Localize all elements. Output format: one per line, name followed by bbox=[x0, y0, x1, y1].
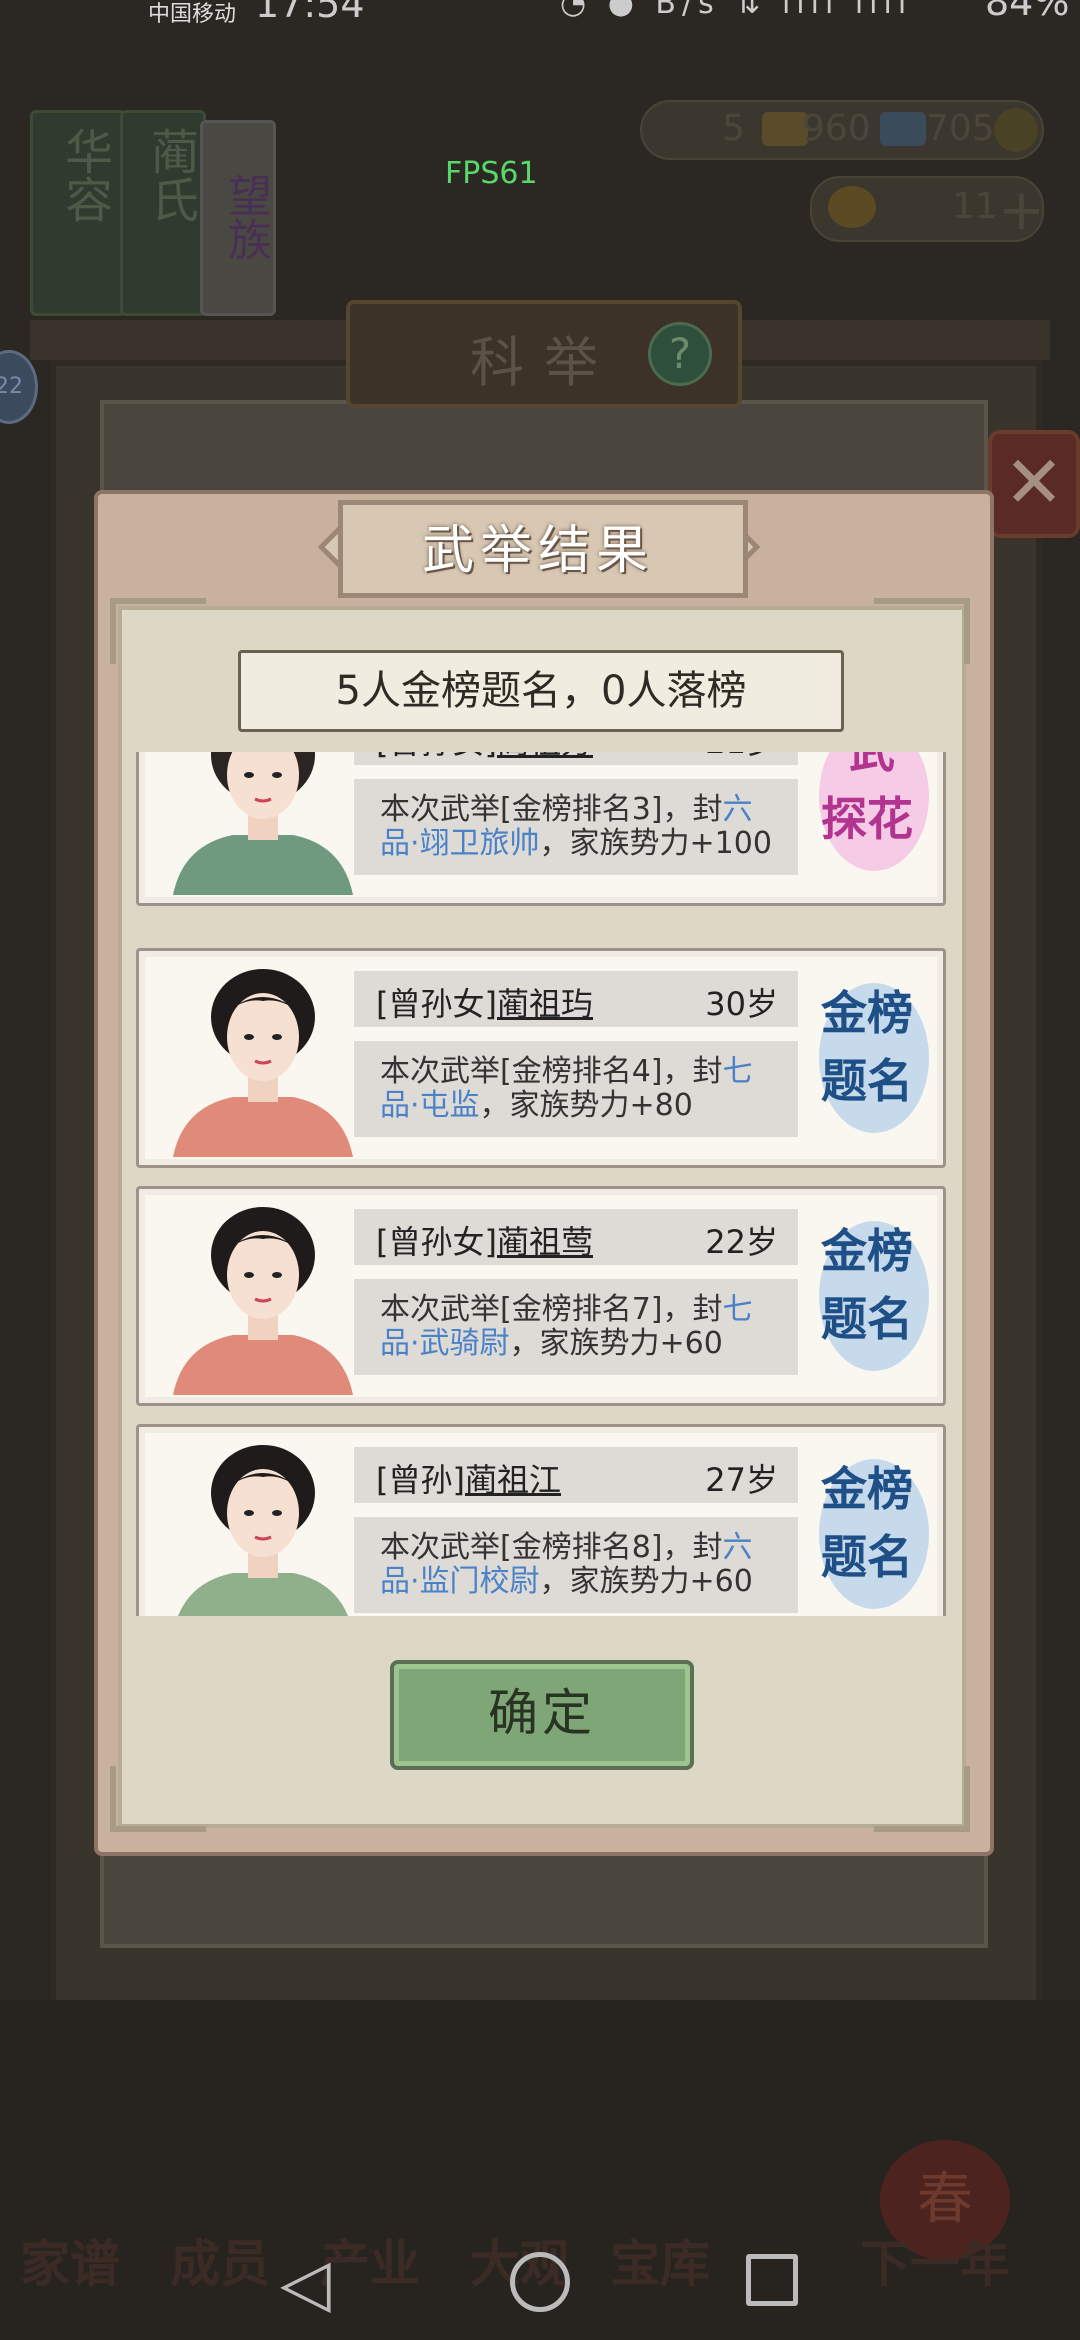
recent-apps-icon[interactable] bbox=[746, 2254, 798, 2306]
result-list[interactable]: [曾孙女]蔺祖芳 21岁 本次武举[金榜排名3]，封六品·翊卫旅帅，家族势力+1… bbox=[134, 752, 946, 1616]
close-icon: ✕ bbox=[1003, 440, 1065, 524]
result-summary: 5人金榜题名，0人落榜 bbox=[238, 650, 844, 732]
back-icon[interactable]: ◁ bbox=[280, 2244, 331, 2321]
home-icon[interactable] bbox=[510, 2252, 570, 2312]
desc-prefix: 本次武举[金榜排名4]，封 bbox=[380, 1054, 723, 1089]
corner-ornament-tl bbox=[110, 598, 206, 664]
member-name-bar[interactable]: [曾孙女]蔺祖玙 30岁 bbox=[354, 971, 798, 1027]
banner-lin: 蔺氏 bbox=[120, 110, 206, 316]
lantern-label: 春 bbox=[917, 2167, 973, 2232]
relation-label: [曾孙] bbox=[376, 1461, 465, 1499]
member-name[interactable]: [曾孙]蔺祖江 bbox=[376, 1455, 561, 1501]
medal-icon bbox=[994, 108, 1038, 152]
avatar bbox=[173, 752, 353, 895]
fps-counter: FPS61 bbox=[445, 156, 538, 191]
member-name[interactable]: [曾孙女]蔺祖芳 bbox=[376, 752, 593, 763]
avatar bbox=[178, 1445, 348, 1616]
desc-prefix: 本次武举[金榜排名7]，封 bbox=[380, 1292, 723, 1327]
keju-title: 科举 bbox=[470, 331, 618, 394]
add-gold-icon[interactable]: + bbox=[998, 178, 1045, 243]
corner-ornament-br bbox=[874, 1766, 970, 1832]
member-name-bar[interactable]: [曾孙]蔺祖江 27岁 bbox=[354, 1447, 798, 1503]
gold-count: 11 bbox=[952, 186, 998, 227]
close-button[interactable]: ✕ bbox=[988, 430, 1080, 538]
stamp-bottom-text: 题名 bbox=[821, 1054, 913, 1108]
desc-prefix: 本次武举[金榜排名8]，封 bbox=[380, 1530, 723, 1565]
result-card: [曾孙女]蔺祖芳 21岁 本次武举[金榜排名3]，封六品·翊卫旅帅，家族势力+1… bbox=[136, 752, 946, 906]
name-link[interactable]: 蔺祖芳 bbox=[497, 752, 593, 761]
side-badge[interactable]: 22 bbox=[0, 350, 38, 424]
name-link[interactable]: 蔺祖莺 bbox=[497, 1223, 593, 1261]
result-description: 本次武举[金榜排名4]，封七品·屯监，家族势力+80 bbox=[354, 1041, 798, 1137]
system-nav-bar: ◁ bbox=[0, 2244, 1080, 2340]
stamp-bottom-text: 题名 bbox=[821, 1292, 913, 1346]
result-stamp-icon: 金榜 题名 bbox=[815, 1449, 933, 1616]
ticket-count: 705 bbox=[926, 108, 995, 149]
desc-suffix: ，家族势力+100 bbox=[539, 826, 772, 861]
relation-label: [曾孙女] bbox=[376, 985, 497, 1023]
member-name-bar[interactable]: [曾孙女]蔺祖莺 22岁 bbox=[354, 1209, 798, 1265]
banner-huarong: 华容 bbox=[30, 110, 126, 316]
name-link[interactable]: 蔺祖玙 bbox=[497, 985, 593, 1023]
coin-count: 5 bbox=[722, 108, 745, 149]
desc-suffix: ，家族势力+60 bbox=[509, 1326, 723, 1361]
side-badge-label: 22 bbox=[0, 374, 23, 399]
member-age: 21岁 bbox=[705, 752, 778, 763]
member-age: 22岁 bbox=[705, 1223, 778, 1261]
relation-label: [曾孙女] bbox=[376, 752, 497, 761]
result-stamp-icon: 金榜 题名 bbox=[815, 1211, 933, 1381]
result-card: [曾孙女]蔺祖玙 30岁 本次武举[金榜排名4]，封七品·屯监，家族势力+80 … bbox=[136, 948, 946, 1168]
corner-ornament-tr bbox=[874, 598, 970, 664]
currency-bar: 5 960 705 bbox=[640, 100, 1044, 160]
member-age: 30岁 bbox=[705, 985, 778, 1023]
relation-label: [曾孙女] bbox=[376, 1223, 497, 1261]
avatar bbox=[173, 1207, 353, 1395]
ticket-icon bbox=[880, 112, 926, 146]
corner-ornament-bl bbox=[110, 1766, 206, 1832]
desc-suffix: ，家族势力+80 bbox=[479, 1088, 693, 1123]
member-name-bar[interactable]: [曾孙女]蔺祖芳 21岁 bbox=[354, 752, 798, 765]
result-description: 本次武举[金榜排名8]，封六品·监门校尉，家族势力+60 bbox=[354, 1517, 798, 1613]
ingot-icon bbox=[828, 186, 876, 228]
stamp-top-text: 武 bbox=[849, 752, 895, 781]
banner-wangzu: 望族 bbox=[200, 120, 276, 316]
result-card: [曾孙]蔺祖江 27岁 本次武举[金榜排名8]，封六品·监门校尉，家族势力+60… bbox=[136, 1424, 946, 1616]
stamp-top-text: 金榜 bbox=[821, 986, 913, 1040]
stamp-bottom-text: 探花 bbox=[821, 792, 913, 846]
desc-suffix: ，家族势力+60 bbox=[539, 1564, 753, 1599]
money-count: 960 bbox=[802, 108, 871, 149]
confirm-button[interactable]: 确定 bbox=[390, 1660, 694, 1770]
help-icon[interactable]: ? bbox=[648, 322, 712, 386]
member-name[interactable]: [曾孙女]蔺祖玙 bbox=[376, 979, 593, 1025]
result-stamp-icon: 金榜 题名 bbox=[815, 973, 933, 1143]
result-stamp-icon: 武 探花 bbox=[815, 752, 933, 881]
member-name[interactable]: [曾孙女]蔺祖莺 bbox=[376, 1217, 593, 1263]
dialog-title: 武举结果 bbox=[421, 521, 654, 581]
result-description: 本次武举[金榜排名7]，封七品·武骑尉，家族势力+60 bbox=[354, 1279, 798, 1375]
avatar bbox=[173, 969, 353, 1157]
result-card: [曾孙女]蔺祖莺 22岁 本次武举[金榜排名7]，封七品·武骑尉，家族势力+60… bbox=[136, 1186, 946, 1406]
result-description: 本次武举[金榜排名3]，封六品·翊卫旅帅，家族势力+100 bbox=[354, 779, 798, 875]
member-age: 27岁 bbox=[705, 1461, 778, 1499]
desc-prefix: 本次武举[金榜排名3]，封 bbox=[380, 792, 723, 827]
name-link[interactable]: 蔺祖江 bbox=[465, 1461, 561, 1499]
stamp-bottom-text: 题名 bbox=[821, 1530, 913, 1584]
gold-bar: 11 + bbox=[810, 176, 1045, 243]
stamp-top-text: 金榜 bbox=[821, 1224, 913, 1278]
stamp-top-text: 金榜 bbox=[821, 1462, 913, 1516]
